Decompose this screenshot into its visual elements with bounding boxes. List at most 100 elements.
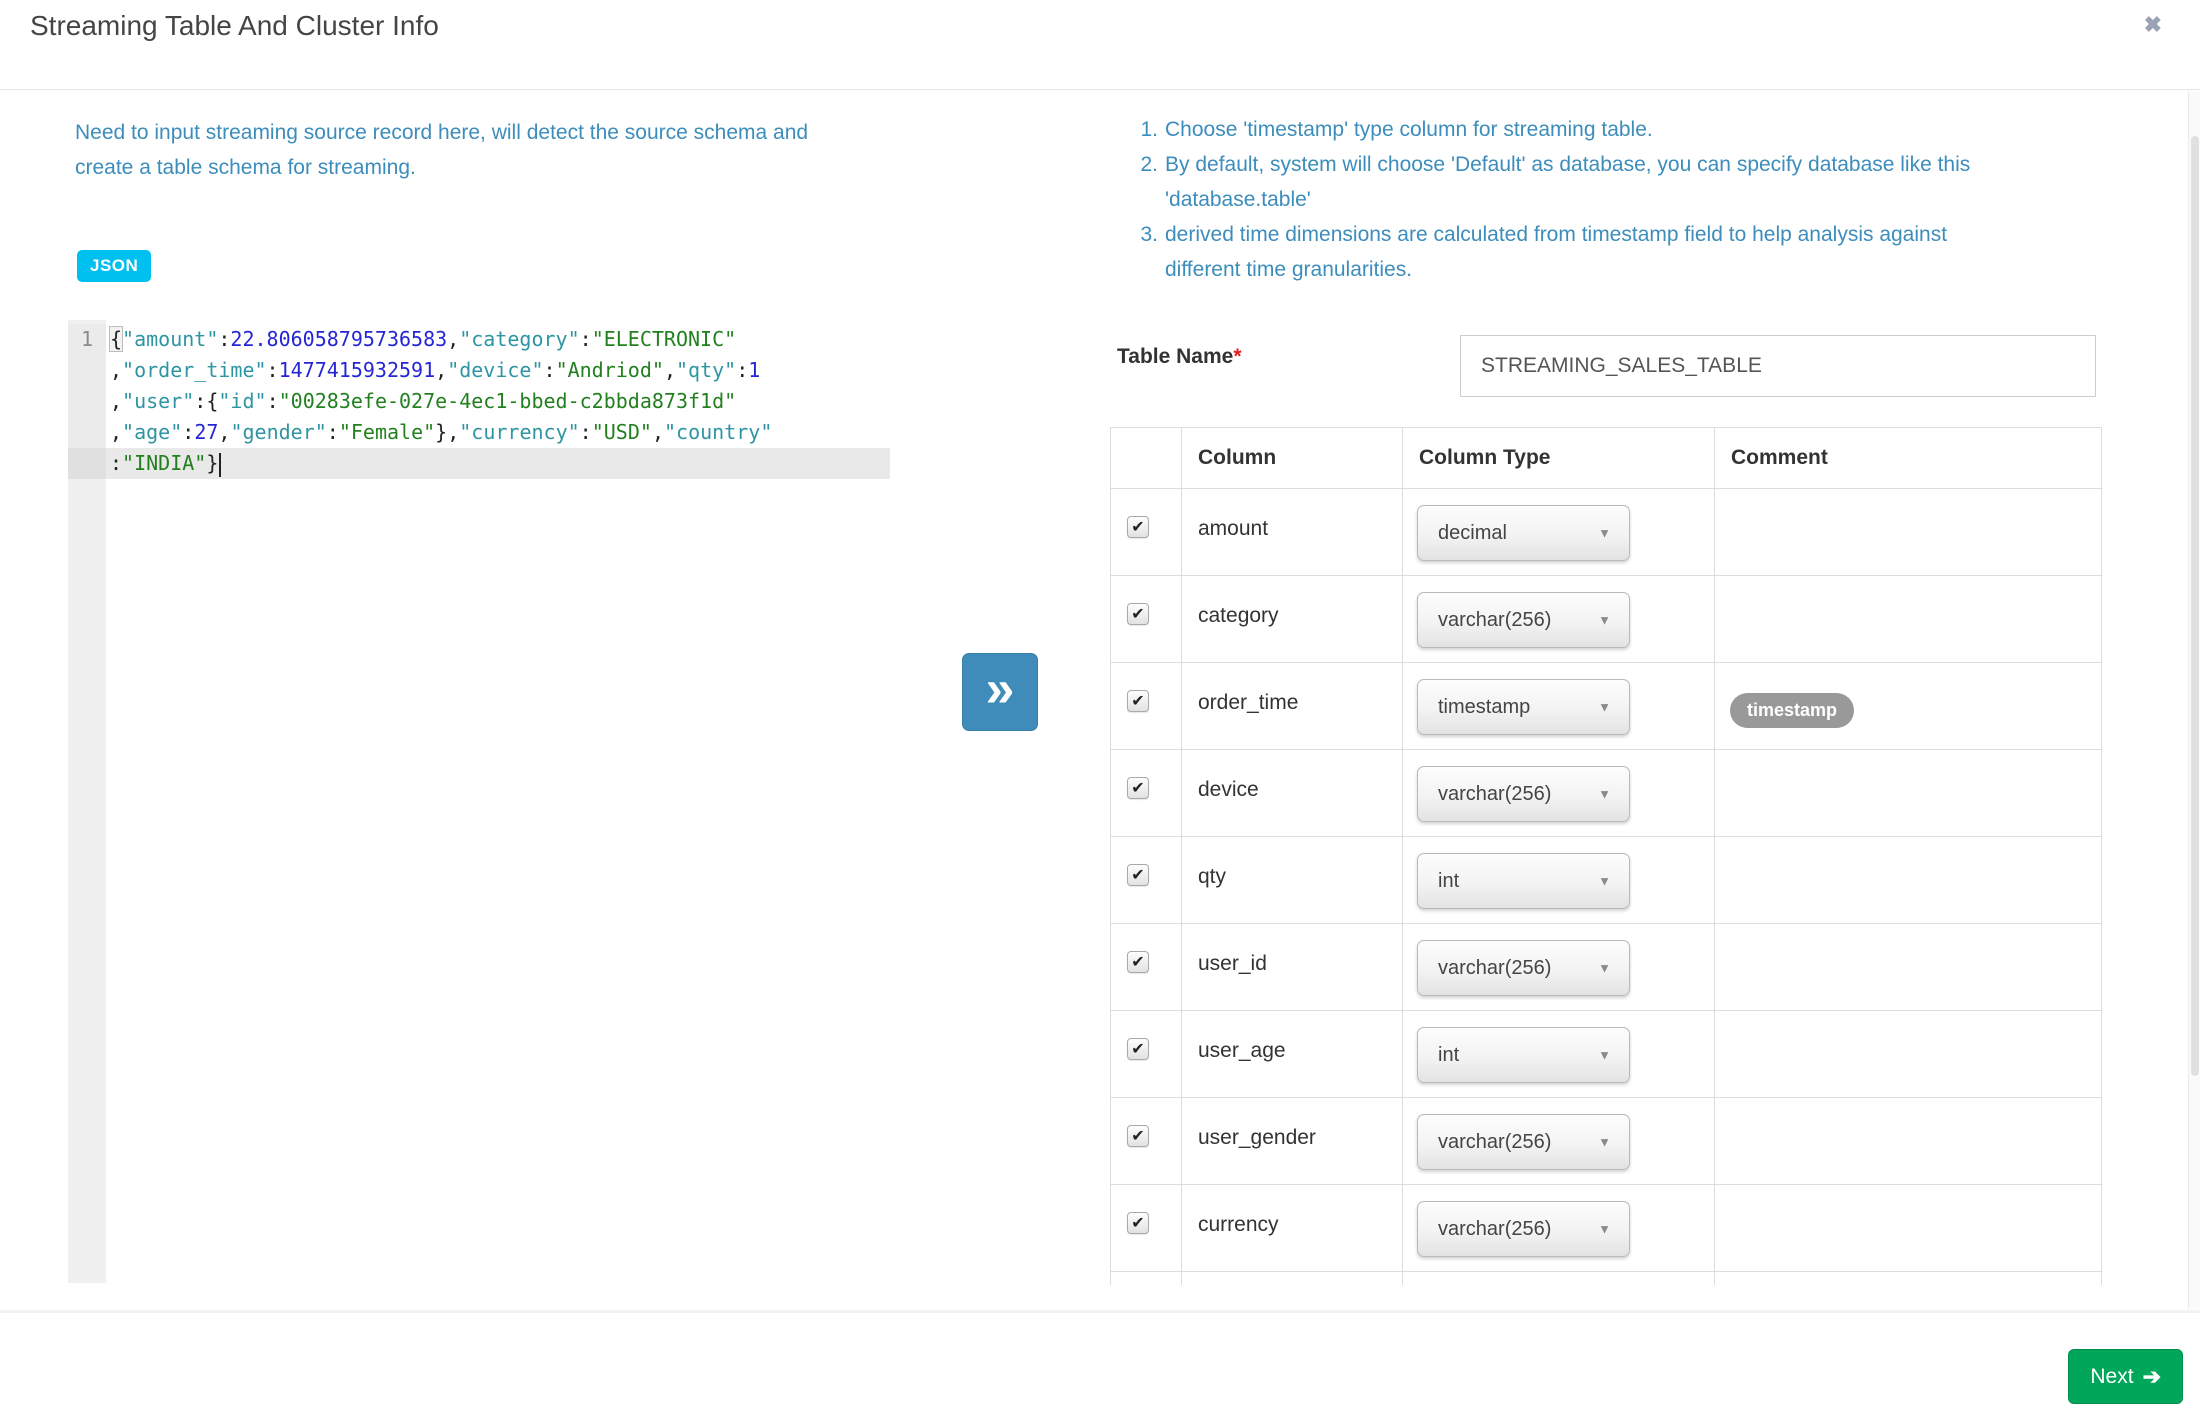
tip-item: 3.derived time dimensions are calculated… <box>1126 217 2016 287</box>
column-name: user_id <box>1182 924 1402 976</box>
detect-schema-button[interactable]: » <box>962 653 1038 731</box>
required-asterisk: * <box>1233 345 1241 368</box>
modal-body: Need to input streaming source record he… <box>0 90 2200 1285</box>
modal-footer: Next ➔ <box>0 1310 2200 1418</box>
line-number <box>68 355 106 386</box>
column-name: country <box>1182 1272 1402 1285</box>
column-type-value: int <box>1438 854 1459 908</box>
streaming-tips-list: 1.Choose 'timestamp' type column for str… <box>1126 112 2016 287</box>
json-format-badge: JSON <box>77 250 151 282</box>
tip-number: 1. <box>1126 112 1158 147</box>
line-number: 1 <box>68 324 106 355</box>
line-number <box>68 448 106 479</box>
column-type-select[interactable]: timestamp ▼ <box>1417 679 1630 735</box>
row-checkbox[interactable]: ✔ <box>1127 516 1149 538</box>
code-rows: 1{"amount":22.806058795736583,"category"… <box>68 324 890 479</box>
code-line: 1{"amount":22.806058795736583,"category"… <box>68 324 890 355</box>
chevron-down-icon: ▼ <box>1598 613 1611 628</box>
column-name: user_age <box>1182 1011 1402 1063</box>
row-checkbox[interactable]: ✔ <box>1127 777 1149 799</box>
tip-number: 3. <box>1126 217 1158 287</box>
table-row: ✔countryvarchar(256)▼ <box>1111 1272 2102 1286</box>
column-type-select[interactable]: varchar(256) ▼ <box>1417 592 1630 648</box>
source-record-instructions: Need to input streaming source record he… <box>75 115 830 185</box>
column-type-select[interactable]: varchar(256) ▼ <box>1417 1201 1630 1257</box>
column-name: user_gender <box>1182 1098 1402 1150</box>
table-name-input[interactable] <box>1460 335 2096 397</box>
tip-item: 1.Choose 'timestamp' type column for str… <box>1126 112 2016 147</box>
column-type-value: varchar(256) <box>1438 593 1551 647</box>
column-name: amount <box>1182 489 1402 541</box>
column-type-select[interactable]: varchar(256) ▼ <box>1417 766 1630 822</box>
modal-title: Streaming Table And Cluster Info <box>30 10 439 42</box>
table-row: ✔ qty int ▼ <box>1111 837 2102 924</box>
tip-text: By default, system will choose 'Default'… <box>1165 147 2016 217</box>
row-checkbox[interactable]: ✔ <box>1127 951 1149 973</box>
header-column: Column <box>1182 428 1403 489</box>
tip-item: 2.By default, system will choose 'Defaul… <box>1126 147 2016 217</box>
column-type-select[interactable]: varchar(256) ▼ <box>1417 940 1630 996</box>
double-chevron-right-icon: » <box>986 663 1015 715</box>
line-number <box>68 417 106 448</box>
tip-text: Choose 'timestamp' type column for strea… <box>1165 112 2016 147</box>
row-checkbox[interactable]: ✔ <box>1127 690 1149 712</box>
close-icon[interactable]: ✖ <box>2144 14 2162 36</box>
code-line: ,"age":27,"gender":"Female"},"currency":… <box>68 417 890 448</box>
column-type-value: varchar(256) <box>1438 941 1551 995</box>
table-row: ✔ category varchar(256) ▼ <box>1111 576 2102 663</box>
column-name: order_time <box>1182 663 1402 715</box>
row-checkbox[interactable]: ✔ <box>1127 1125 1149 1147</box>
column-name: device <box>1182 750 1402 802</box>
streaming-table-modal: Streaming Table And Cluster Info ✖ Need … <box>0 0 2200 1418</box>
row-checkbox[interactable]: ✔ <box>1127 1212 1149 1234</box>
column-type-value: varchar(256) <box>1438 767 1551 821</box>
column-name: category <box>1182 576 1402 628</box>
header-column-type: Column Type <box>1403 428 1715 489</box>
table-name-label-text: Table Name <box>1117 345 1233 368</box>
column-type-value: decimal <box>1438 506 1507 560</box>
schema-header-row: Column Column Type Comment <box>1111 428 2102 489</box>
chevron-down-icon: ▼ <box>1598 1135 1611 1150</box>
arrow-right-icon: ➔ <box>2143 1364 2161 1390</box>
next-button-label: Next <box>2090 1365 2133 1389</box>
column-type-value: int <box>1438 1028 1459 1082</box>
column-name: qty <box>1182 837 1402 889</box>
column-type-select[interactable]: decimal ▼ <box>1417 505 1630 561</box>
table-name-label: Table Name* <box>1117 345 1242 369</box>
column-type-value: varchar(256) <box>1438 1115 1551 1169</box>
body-scrollbar[interactable] <box>2188 91 2200 1309</box>
scrollbar-thumb[interactable] <box>2191 136 2199 1076</box>
table-row: ✔ currency varchar(256) ▼ <box>1111 1185 2102 1272</box>
row-checkbox[interactable]: ✔ <box>1127 1038 1149 1060</box>
column-type-select[interactable]: varchar(256) ▼ <box>1417 1114 1630 1170</box>
column-type-select[interactable]: int▼ <box>1417 1027 1630 1083</box>
column-type-select[interactable]: int ▼ <box>1417 853 1630 909</box>
chevron-down-icon: ▼ <box>1598 961 1611 976</box>
column-name: currency <box>1182 1185 1402 1237</box>
table-row: ✔ user_id varchar(256) ▼ <box>1111 924 2102 1011</box>
table-row: ✔ amount decimal ▼ <box>1111 489 2102 576</box>
table-row: ✔ device varchar(256) ▼ <box>1111 750 2102 837</box>
code-line: :"INDIA"} <box>68 448 890 479</box>
table-row: ✔ user_age int▼ <box>1111 1011 2102 1098</box>
table-row: ✔ user_gender varchar(256) ▼ <box>1111 1098 2102 1185</box>
line-number <box>68 386 106 417</box>
row-checkbox[interactable]: ✔ <box>1127 864 1149 886</box>
header-checkbox-col <box>1111 428 1182 489</box>
row-checkbox[interactable]: ✔ <box>1127 603 1149 625</box>
column-type-value: timestamp <box>1438 680 1530 734</box>
chevron-down-icon: ▼ <box>1598 787 1611 802</box>
chevron-down-icon: ▼ <box>1598 874 1611 889</box>
next-button[interactable]: Next ➔ <box>2068 1349 2183 1404</box>
chevron-down-icon: ▼ <box>1598 526 1611 541</box>
header-comment: Comment <box>1715 428 2102 489</box>
schema-table-wrap: Column Column Type Comment ✔ amount decima… <box>1110 427 2101 1285</box>
column-type-value: varchar(256) <box>1438 1202 1551 1256</box>
text-cursor <box>219 453 221 477</box>
code-line: ,"order_time":1477415932591,"device":"An… <box>68 355 890 386</box>
chevron-down-icon: ▼ <box>1598 700 1611 715</box>
json-code-editor[interactable]: 1{"amount":22.806058795736583,"category"… <box>68 320 890 1283</box>
code-line: ,"user":{"id":"00283efe-027e-4ec1-bbed-c… <box>68 386 890 417</box>
schema-table: Column Column Type Comment ✔ amount decima… <box>1110 427 2102 1285</box>
chevron-down-icon: ▼ <box>1598 1222 1611 1237</box>
